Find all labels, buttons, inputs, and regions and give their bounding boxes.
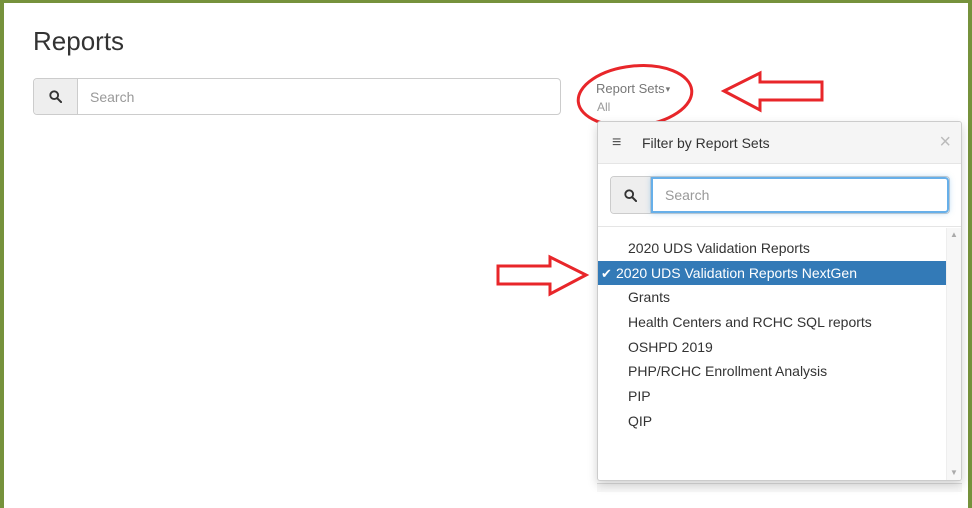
report-set-item-label: 2020 UDS Validation Reports NextGen [616,264,857,281]
report-set-item[interactable]: ✔ 2020 UDS Validation Reports NextGen [598,260,949,286]
report-set-item[interactable]: Health Centers and RCHC SQL reports [598,310,949,335]
dropdown-scrollbar[interactable]: ▲ ▼ [946,228,961,480]
report-search [33,78,561,115]
dropdown-search-input[interactable] [651,177,949,213]
report-set-item-label: PIP [628,388,651,405]
report-sets-dropdown-toggle[interactable]: Report Sets▾ [596,80,670,98]
report-set-item[interactable]: Grants [598,285,949,310]
report-set-item-label: 2020 UDS Validation Reports [628,240,810,256]
report-sets-label: Report Sets [596,81,665,96]
report-set-item[interactable]: PHP/RCHC Enrollment Analysis [598,359,949,384]
dropdown-separator [598,226,961,227]
caret-down-icon: ▾ [665,84,671,94]
search-addon [34,79,78,114]
menu-icon: ≡ [612,133,622,151]
panel-bottom-edge [597,483,962,492]
report-set-item-label: PHP/RCHC Enrollment Analysis [628,363,828,380]
dropdown-search-addon [611,177,651,213]
report-sets-dropdown: ≡ Filter by Report Sets × 2020 UDS Valid… [597,121,962,481]
search-icon [49,90,62,103]
report-set-item-label: OSHPD 2019 [628,338,713,355]
search-input[interactable] [78,79,560,114]
report-set-item[interactable]: QIP [598,409,949,434]
checkmark-icon: ✔ [601,265,612,281]
report-set-item-label: QIP [628,412,653,429]
scroll-up-icon[interactable]: ▲ [947,230,961,240]
report-sets-value: All [597,100,611,114]
close-icon[interactable]: × [939,132,951,152]
report-set-item[interactable]: PIP [598,384,949,409]
search-icon [624,188,637,202]
scroll-down-icon[interactable]: ▼ [947,468,961,478]
dropdown-search [610,176,950,214]
report-set-item[interactable]: 2020 UDS Validation Reports [598,236,949,261]
dropdown-header: ≡ Filter by Report Sets × [598,122,961,164]
report-set-item[interactable]: OSHPD 2019 [598,335,949,360]
dropdown-title: Filter by Report Sets [642,134,770,151]
report-set-item-label: Grants [628,289,671,306]
page-title: Reports [33,26,125,56]
report-set-item-label: Health Centers and RCHC SQL reports [628,314,872,331]
report-set-list: 2020 UDS Validation Reports ✔ 2020 UDS Val… [598,236,949,434]
